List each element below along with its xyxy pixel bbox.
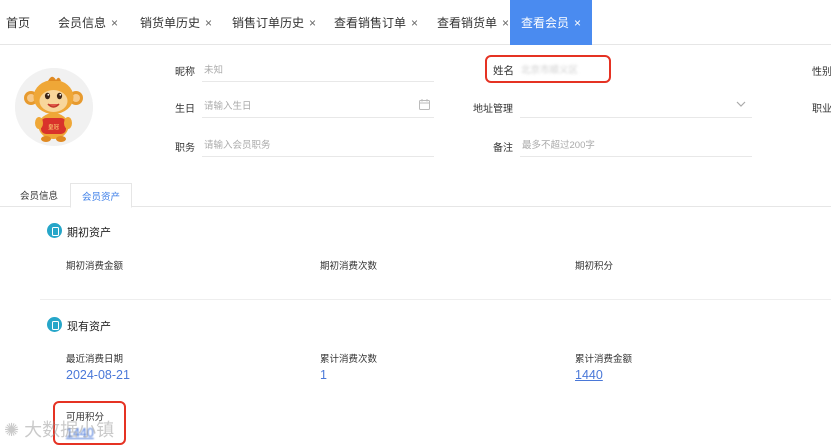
- initial-assets-title: 期初资产: [67, 227, 111, 239]
- close-icon[interactable]: ×: [309, 16, 316, 30]
- close-icon[interactable]: ×: [411, 16, 418, 30]
- current-assets-title: 现有资产: [67, 321, 111, 333]
- subtab-label: 会员资产: [81, 191, 120, 203]
- position-field[interactable]: 请输入会员职务: [202, 131, 434, 157]
- wallet-icon: [47, 223, 62, 238]
- remark-field[interactable]: 最多不超过200字: [520, 131, 752, 157]
- tab-label: 查看会员: [520, 16, 569, 30]
- birthday-label: 生日: [175, 104, 195, 115]
- initial-spend-label: 期初消费金额: [66, 261, 124, 272]
- tab-view-member[interactable]: 查看会员 ×: [510, 0, 592, 45]
- gender-label: 性别: [812, 67, 831, 78]
- close-icon[interactable]: ×: [111, 16, 118, 30]
- avatar: 皇冠: [15, 68, 93, 146]
- tab-label: 首页: [6, 16, 31, 30]
- close-icon[interactable]: ×: [574, 16, 581, 30]
- nickname-label: 昵称: [175, 67, 195, 78]
- subtab-member-assets[interactable]: 会员资产: [70, 183, 132, 208]
- tab-label: 查看销售订单: [334, 16, 407, 30]
- calendar-icon[interactable]: [419, 99, 430, 110]
- remark-label: 备注: [493, 143, 513, 154]
- total-visits-value: 1: [320, 368, 327, 382]
- last-purchase-date-value: 2024-08-21: [66, 368, 130, 382]
- tab-sales-order-history[interactable]: 销售订单历史 ×: [232, 0, 316, 45]
- avatar-badge-text: 皇冠: [48, 123, 60, 131]
- wallet-icon: [47, 317, 62, 332]
- position-placeholder: 请输入会员职务: [204, 139, 271, 151]
- address-select[interactable]: [520, 92, 752, 118]
- chevron-down-icon[interactable]: [736, 101, 746, 107]
- monkey-avatar-icon: 皇冠: [15, 68, 93, 146]
- watermark-text: 大数据小镇: [24, 420, 115, 440]
- occupation-label: 职业: [812, 104, 831, 115]
- birthday-placeholder: 请输入生日: [204, 100, 252, 112]
- close-icon[interactable]: ×: [502, 16, 509, 30]
- section-divider: [40, 299, 831, 300]
- birthday-picker[interactable]: 请输入生日: [202, 92, 434, 118]
- tab-label: 销售订单历史: [232, 16, 305, 30]
- nickname-field[interactable]: 未知: [202, 56, 434, 82]
- initial-points-label: 期初积分: [575, 261, 614, 272]
- initial-visits-label: 期初消费次数: [320, 261, 378, 272]
- nickname-value: 未知: [204, 64, 224, 76]
- address-label: 地址管理: [473, 104, 513, 115]
- tab-member-info[interactable]: 会员信息 ×: [58, 0, 118, 45]
- position-label: 职务: [175, 143, 195, 154]
- tab-view-sales-order[interactable]: 查看销售订单 ×: [334, 0, 418, 45]
- tab-label: 会员信息: [58, 16, 107, 30]
- last-purchase-date-label: 最近消费日期: [66, 354, 124, 365]
- member-subtabs: 会员信息 会员资产: [0, 183, 831, 208]
- tab-bar: 首页 会员信息 × 销货单历史 × 销售订单历史 × 查看销售订单 × 查看销货…: [0, 0, 831, 45]
- watermark: ✺ 大数据小镇: [4, 416, 114, 442]
- close-icon[interactable]: ×: [205, 16, 212, 30]
- tab-view-delivery[interactable]: 查看销货单 ×: [437, 0, 509, 45]
- watermark-logo-icon: ✺: [4, 420, 20, 440]
- remark-placeholder: 最多不超过200字: [522, 139, 595, 151]
- tab-delivery-history[interactable]: 销货单历史 ×: [140, 0, 212, 45]
- name-highlight-box: [485, 55, 611, 83]
- total-spend-link[interactable]: 1440: [575, 368, 603, 382]
- tab-label: 查看销货单: [437, 16, 498, 30]
- subtab-member-info[interactable]: 会员信息: [10, 183, 68, 207]
- tab-label: 销货单历史: [140, 16, 201, 30]
- tab-home[interactable]: 首页: [6, 0, 30, 45]
- total-visits-label: 累计消费次数: [320, 354, 378, 365]
- subtab-label: 会员信息: [19, 191, 58, 202]
- total-spend-label: 累计消费金额: [575, 354, 633, 365]
